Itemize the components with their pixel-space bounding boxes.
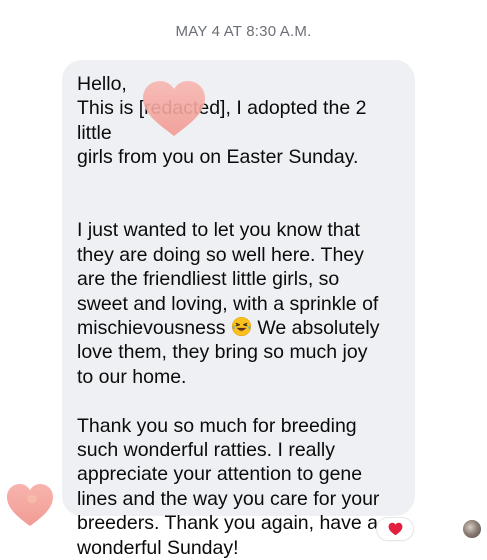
message-line: girls from you on Easter Sunday. [77,146,359,169]
message-bubble[interactable]: Hello, This is [redacted], I adopted the … [62,60,415,559]
message-line: This is [redacted], I adopted the 2 litt… [77,97,367,144]
message-paragraph-thanks: Thank you so much for breeding such wond… [77,414,380,559]
red-heart-icon [388,522,402,536]
message-line: Hello, [77,73,127,95]
read-receipt-avatar [463,520,481,538]
message-timestamp: MAY 4 AT 8:30 A.M. [175,23,312,40]
message-paragraph-update: I just wanted to let you know that they … [77,194,403,389]
laughing-crying-emoji [231,317,251,337]
heart-reaction[interactable] [377,518,413,540]
message-paragraph-greeting: Hello, This is [redacted], I adopted the … [77,72,403,170]
sender-avatar-heart-icon[interactable] [5,482,55,528]
heart-sticker-icon [143,81,205,136]
